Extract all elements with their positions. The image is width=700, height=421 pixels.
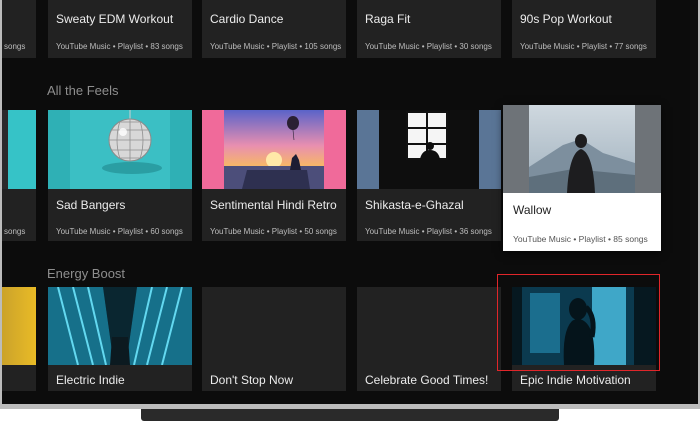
playlist-card-dont-stop-now[interactable]: Don't Stop Now [202,287,346,391]
playlist-card-wallow[interactable]: Wallow YouTube Music • Playlist • 85 son… [503,105,661,251]
playlist-title: Sweaty EDM Workout [56,12,174,26]
playlist-card-sad-bangers[interactable]: Sad Bangers YouTube Music • Playlist • 6… [48,110,192,241]
playlist-title: Cardio Dance [210,12,284,26]
playlist-artwork [503,105,661,193]
playlist-title: Electric Indie [56,373,125,387]
playlist-meta: YouTube Music • Playlist • 105 songs [210,42,342,51]
window-silhouette-image [357,110,501,189]
playlist-card-shikasta-e-ghazal[interactable]: Shikasta-e-Ghazal YouTube Music • Playli… [357,110,501,241]
playlist-title: Wallow [513,203,552,217]
playlist-card-partial[interactable]: songs [2,0,36,58]
playlist-card-celebrate-good-times[interactable]: Celebrate Good Times! [357,287,501,391]
playlist-title: Sad Bangers [56,198,126,212]
playlist-meta: YouTube Music • Playlist • 60 songs [56,227,183,236]
selection-highlight [497,274,660,371]
playlist-title: Don't Stop Now [210,373,293,387]
row-heading: All the Feels [47,83,119,98]
playlist-meta: YouTube Music • Playlist • 83 songs [56,42,183,51]
tv-screen: songs Sweaty EDM Workout YouTube Music •… [2,0,698,404]
playlist-artwork [357,110,501,189]
playlist-artwork [2,110,36,189]
playlist-artwork [48,110,192,189]
playlist-meta: songs [4,42,26,51]
sunset-image [202,110,346,189]
playlist-card-electric-indie[interactable]: Electric Indie [48,287,192,391]
playlist-title: Sentimental Hindi Retro [210,198,337,212]
playlist-card-90s-pop-workout[interactable]: 90s Pop Workout YouTube Music • Playlist… [512,0,656,58]
tv-stand [141,409,559,421]
disco-ball-image [48,110,192,189]
playlist-meta: YouTube Music • Playlist • 36 songs [365,227,492,236]
playlist-meta: songs [4,227,26,236]
playlist-meta: YouTube Music • Playlist • 85 songs [513,234,648,244]
playlist-meta: YouTube Music • Playlist • 50 songs [210,227,337,236]
playlist-card-partial[interactable] [2,287,36,391]
playlist-artwork [48,287,192,366]
playlist-title: Epic Indie Motivation [520,373,631,387]
playlist-title: 90s Pop Workout [520,12,612,26]
playlist-card-sentimental-hindi-retro[interactable]: Sentimental Hindi Retro YouTube Music • … [202,110,346,241]
row-heading: Energy Boost [47,266,126,281]
playlist-card-cardio-dance[interactable]: Cardio Dance YouTube Music • Playlist • … [202,0,346,58]
playlist-title: Raga Fit [365,12,411,26]
playlist-title: Shikasta-e-Ghazal [365,198,464,212]
playlist-artwork [2,287,36,365]
playlist-meta: YouTube Music • Playlist • 77 songs [520,42,647,51]
playlist-card-sweaty-edm-workout[interactable]: Sweaty EDM Workout YouTube Music • Playl… [48,0,192,58]
playlist-card-partial[interactable]: songs [2,110,36,241]
playlist-artwork [202,110,346,189]
playlist-meta: YouTube Music • Playlist • 30 songs [365,42,492,51]
neon-corridor-image [48,287,192,366]
playlist-title: Celebrate Good Times! [365,373,489,387]
playlist-card-raga-fit[interactable]: Raga Fit YouTube Music • Playlist • 30 s… [357,0,501,58]
tv-bezel: songs Sweaty EDM Workout YouTube Music •… [0,0,700,409]
mountain-woman-image [503,105,661,193]
